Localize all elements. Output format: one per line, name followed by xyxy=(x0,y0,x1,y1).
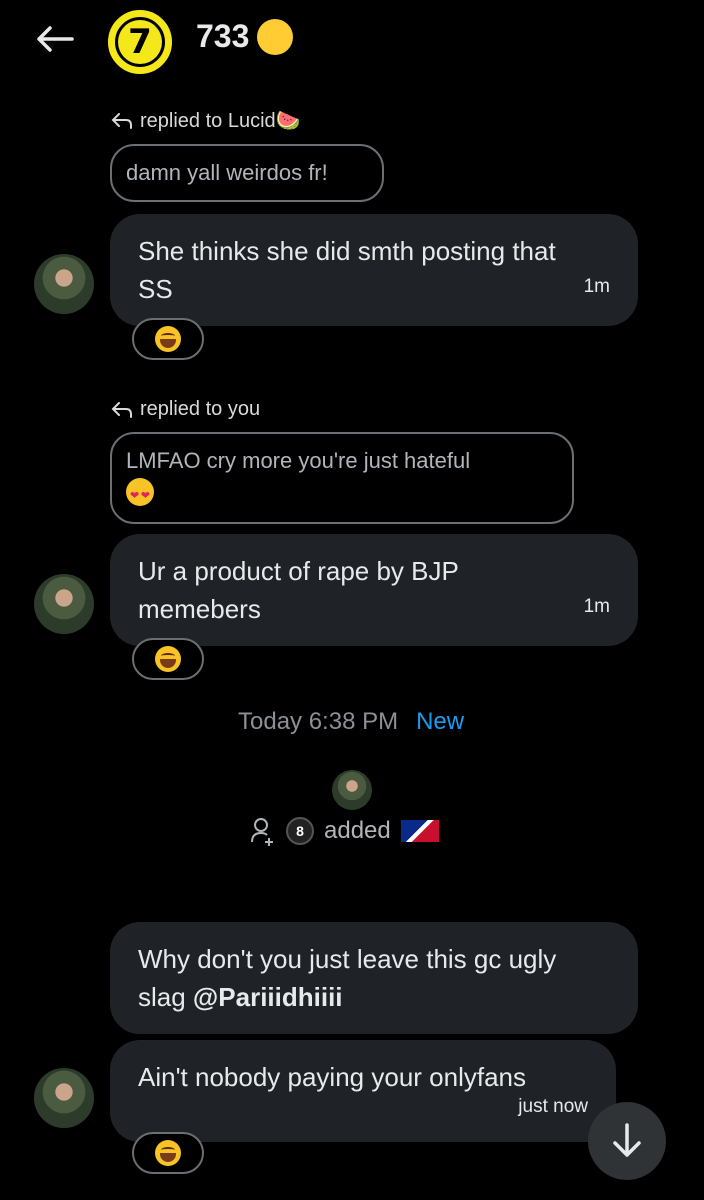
flag-emoji-icon xyxy=(400,820,439,842)
arrow-down-icon xyxy=(613,1123,641,1157)
add-user-icon xyxy=(251,818,273,846)
reply-arrow-icon xyxy=(111,112,132,129)
message-bubble[interactable]: Ain't nobody paying your onlyfans just n… xyxy=(110,1040,616,1142)
quoted-text: LMFAO cry more you're just hateful xyxy=(126,448,471,473)
scroll-to-bottom-button[interactable] xyxy=(588,1102,666,1180)
system-event: 8 added xyxy=(250,816,439,846)
message-bubble[interactable]: Why don't you just leave this gc ugly sl… xyxy=(110,922,638,1034)
reply-context-label: replied to you xyxy=(140,398,261,420)
reaction-badge[interactable] xyxy=(132,638,204,680)
back-arrow-icon xyxy=(37,26,74,52)
laughing-emoji-icon xyxy=(155,646,181,672)
message-bubble[interactable]: She thinks she did smth posting that SS … xyxy=(110,214,638,326)
quoted-message[interactable]: damn yall weirdos fr! xyxy=(110,144,384,202)
message-text: Why don't you just leave this gc ugly sl… xyxy=(138,940,578,1016)
message-timestamp: 1m xyxy=(583,596,610,617)
avatar[interactable] xyxy=(34,574,94,634)
quoted-message[interactable]: LMFAO cry more you're just hateful xyxy=(110,432,574,524)
quoted-text: damn yall weirdos fr! xyxy=(126,160,328,185)
divider-time: Today 6:38 PM xyxy=(238,708,399,735)
mention-link[interactable]: @Pariiidhiiii xyxy=(193,982,343,1012)
eight-ball-emoji: 8 xyxy=(286,817,314,845)
group-title-text: 733 xyxy=(196,18,250,54)
message-text: Ain't nobody paying your onlyfans xyxy=(138,1062,526,1092)
avatar[interactable] xyxy=(34,254,94,314)
message-text: She thinks she did smth posting that SS xyxy=(138,236,556,304)
message-timestamp: just now xyxy=(518,1096,588,1117)
reply-context: replied to you xyxy=(110,398,260,421)
new-messages-divider: Today 6:38 PM New xyxy=(238,708,464,736)
message-text: Ur a product of rape by BJP memebers xyxy=(138,556,459,624)
group-title[interactable]: 733 xyxy=(196,18,294,55)
reaction-badge[interactable] xyxy=(132,318,204,360)
yellow-circle-emoji xyxy=(257,18,294,55)
laughing-emoji-icon xyxy=(155,1140,181,1166)
message-bubble[interactable]: Ur a product of rape by BJP memebers 1m xyxy=(110,534,638,646)
group-avatar[interactable]: 7 xyxy=(108,10,172,74)
reply-arrow-icon xyxy=(111,401,132,418)
message-timestamp: 1m xyxy=(583,276,610,297)
reaction-badge[interactable] xyxy=(132,1132,204,1174)
new-label: New xyxy=(416,708,465,735)
heart-eyes-emoji-icon xyxy=(126,478,154,511)
added-user-avatar[interactable] xyxy=(332,770,372,810)
group-avatar-ring: 7 xyxy=(115,17,165,67)
system-event-text: added xyxy=(324,817,391,844)
reply-context: replied to Lucid🍉 xyxy=(110,108,301,133)
reply-context-label: replied to Lucid🍉 xyxy=(140,110,301,132)
avatar[interactable] xyxy=(34,1068,94,1128)
laughing-emoji-icon xyxy=(155,326,181,352)
back-button[interactable] xyxy=(30,18,78,60)
group-avatar-number: 7 xyxy=(118,20,162,64)
